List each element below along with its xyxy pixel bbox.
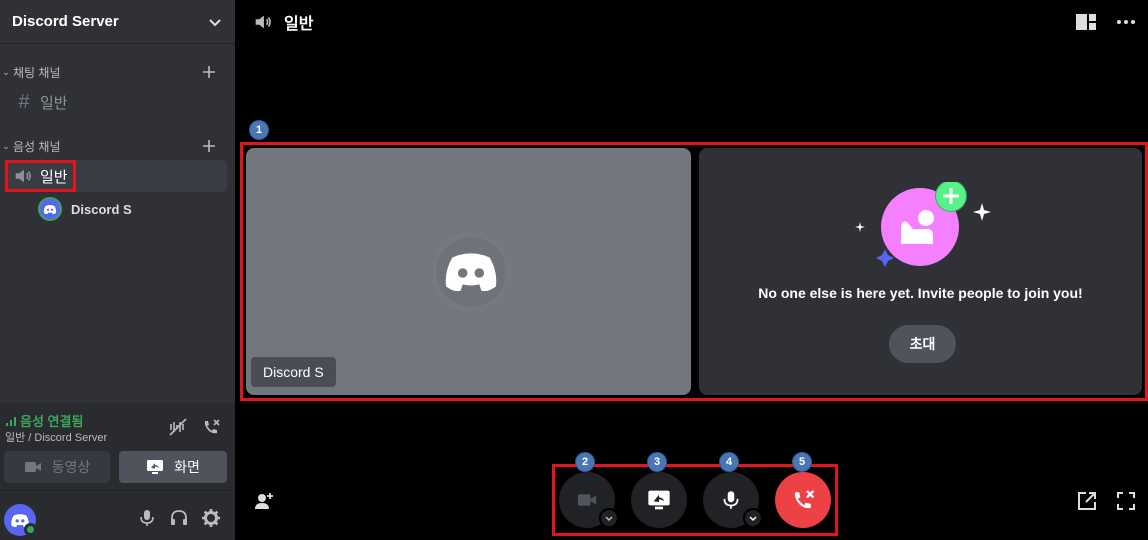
video-button[interactable]: 동영상: [4, 451, 110, 483]
camera-options-button[interactable]: [599, 508, 619, 528]
server-name: Discord Server: [12, 13, 119, 30]
screen-share-icon: [648, 490, 670, 510]
annotation-badge-5: 5: [792, 452, 812, 472]
screen-share-control-button[interactable]: [631, 472, 687, 528]
chevron-down-icon: ⌄: [2, 66, 10, 77]
avatar: [38, 197, 62, 221]
channel-name: 일반: [40, 168, 68, 186]
video-label: 동영상: [51, 459, 91, 475]
microphone-toggle-button[interactable]: [703, 472, 763, 528]
channel-name: 일반: [40, 94, 68, 112]
annotation-badge-4: 4: [719, 452, 739, 472]
speaker-icon: [15, 169, 31, 183]
add-user-icon[interactable]: [253, 490, 275, 512]
signal-icon: [6, 416, 16, 426]
online-status-dot: [24, 523, 37, 536]
leave-call-button[interactable]: [775, 472, 831, 528]
screen-share-button[interactable]: 화면: [119, 451, 227, 483]
more-options-icon[interactable]: [1115, 12, 1137, 32]
chevron-down-icon: [749, 516, 757, 522]
voice-status-subtitle: 일반 / Discord Server: [5, 432, 108, 444]
screen-label: 화면: [174, 459, 200, 475]
participant-name-tag: Discord S: [251, 357, 336, 387]
voice-user-name: Discord S: [71, 201, 132, 217]
participant-tile[interactable]: Discord S: [246, 148, 691, 395]
category-voice-channels[interactable]: ⌄ 음성 채널: [0, 136, 235, 156]
screen-share-icon: [147, 460, 164, 474]
discord-app: Discord Server ⌄ 채팅 채널 # 일반 ⌄ 음성 채널 일반 D…: [0, 0, 1148, 540]
camera-icon: [24, 462, 41, 472]
annotation-badge-1: 1: [249, 120, 269, 140]
voice-channel-general[interactable]: 일반: [8, 160, 227, 192]
invite-tile: No one else is here yet. Invite people t…: [699, 148, 1142, 395]
category-label: 음성 채널: [13, 139, 61, 154]
invite-illustration-icon: [855, 182, 991, 267]
category-label: 채팅 채널: [13, 65, 61, 80]
disconnect-icon[interactable]: [201, 417, 221, 437]
discord-logo-icon: [445, 253, 497, 292]
category-text-channels[interactable]: ⌄ 채팅 채널: [0, 62, 235, 82]
voice-status-title: 음성 연결됨: [20, 414, 84, 429]
voice-stage: 일반 1 Discord S No one else is here yet. …: [235, 0, 1148, 540]
annotation-badge-3: 3: [647, 452, 667, 472]
chevron-down-icon: ⌄: [2, 140, 10, 151]
hash-icon: #: [18, 90, 30, 113]
channel-header: 일반: [252, 10, 313, 34]
pop-out-icon[interactable]: [1076, 490, 1098, 512]
participant-avatar: [436, 237, 506, 307]
invite-button[interactable]: 초대: [889, 325, 956, 363]
camera-icon: [577, 494, 597, 506]
empty-state-text: No one else is here yet. Invite people t…: [758, 285, 1083, 301]
discord-logo-icon: [43, 204, 57, 214]
speaker-icon: [255, 15, 271, 29]
voice-connected-panel: 음성 연결됨 일반 / Discord Server 동영상 화면: [0, 403, 235, 491]
microphone-icon[interactable]: [137, 508, 157, 528]
headphones-icon[interactable]: [169, 508, 189, 528]
voice-user[interactable]: Discord S: [38, 197, 132, 221]
channel-sidebar: Discord Server ⌄ 채팅 채널 # 일반 ⌄ 음성 채널 일반 D…: [0, 0, 235, 540]
microphone-icon: [723, 491, 739, 509]
chevron-down-icon: [209, 18, 221, 26]
disconnect-icon: [794, 490, 815, 509]
server-header[interactable]: Discord Server: [0, 0, 235, 44]
camera-toggle-button[interactable]: [559, 472, 619, 528]
voice-status[interactable]: 음성 연결됨: [5, 411, 83, 430]
noise-suppression-icon[interactable]: [168, 417, 188, 437]
text-channel-general[interactable]: # 일반: [8, 86, 227, 118]
annotation-badge-2: 2: [575, 452, 595, 472]
channel-title: 일반: [284, 16, 314, 33]
settings-gear-icon[interactable]: [201, 508, 221, 528]
add-channel-icon[interactable]: [201, 138, 217, 154]
grid-layout-icon[interactable]: [1075, 12, 1097, 32]
chevron-down-icon: [605, 516, 613, 522]
add-channel-icon[interactable]: [201, 64, 217, 80]
microphone-options-button[interactable]: [743, 508, 763, 528]
fullscreen-icon[interactable]: [1115, 490, 1137, 512]
user-panel: [0, 492, 235, 540]
